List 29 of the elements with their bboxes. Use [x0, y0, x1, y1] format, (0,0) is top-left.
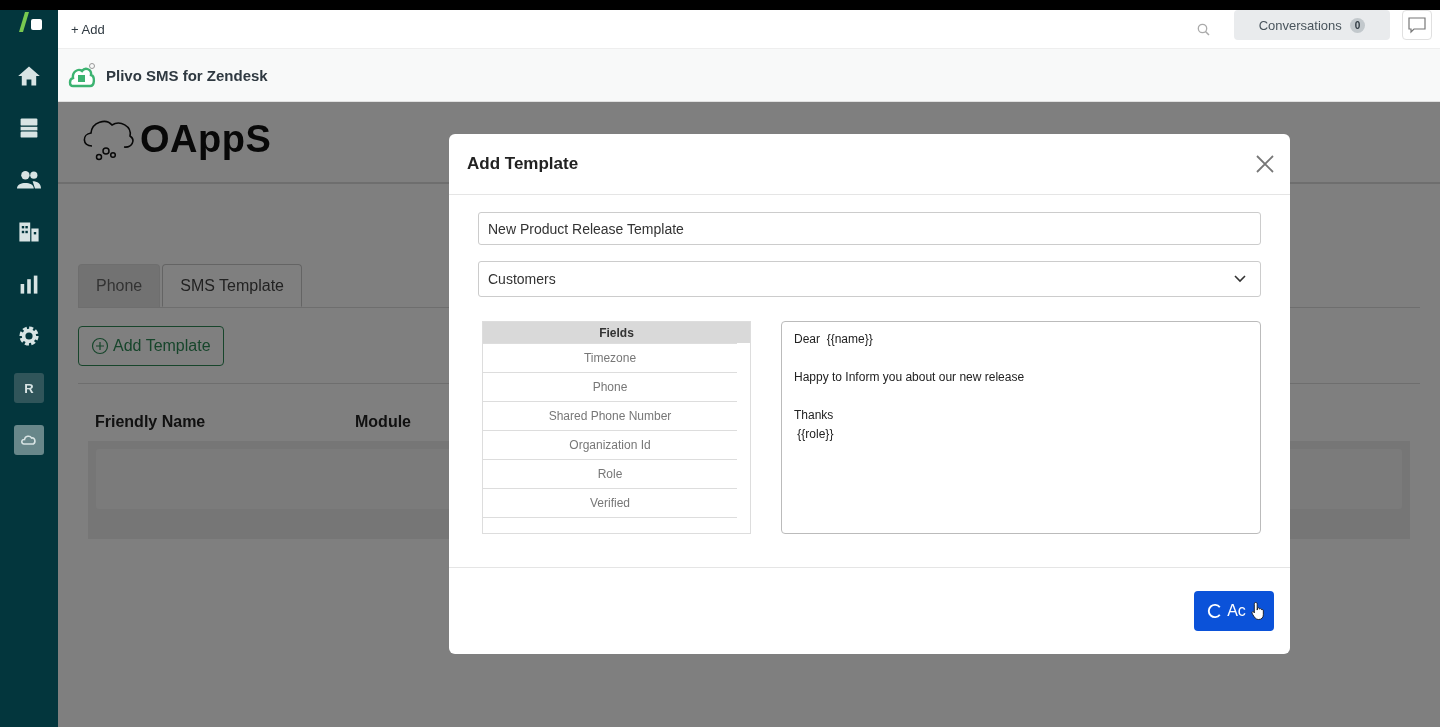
add-template-button[interactable]: Add Template: [78, 326, 224, 366]
count-badge: 0: [1349, 17, 1366, 33]
dialog-title: Add Template: [467, 154, 579, 174]
field-item[interactable]: Timezone: [483, 343, 737, 372]
brand-logo-text: OAppS: [140, 117, 272, 161]
field-item[interactable]: Role: [483, 459, 737, 488]
cloud-app-button[interactable]: [14, 425, 44, 455]
tab[interactable]: Phone: [78, 264, 161, 307]
name-input-field[interactable]: New Product Release Template: [478, 212, 1261, 245]
add-button[interactable]: + Add: [71, 21, 105, 37]
chevron-down-icon: [1234, 275, 1246, 283]
cloud-app-icon: [68, 62, 96, 88]
conversations-button[interactable]: Conversations 0: [1234, 10, 1390, 40]
field-item[interactable]: Verified: [483, 488, 737, 517]
module-select[interactable]: Customers: [478, 261, 1261, 297]
app-title: Plivo SMS for Zendesk: [106, 66, 268, 84]
plus-circle-icon: [91, 337, 109, 355]
field-item[interactable]: Phone: [483, 372, 737, 401]
fields-header: Fields: [483, 322, 750, 343]
field-item[interactable]: Organization Id: [483, 430, 737, 459]
close-icon[interactable]: [1256, 155, 1274, 173]
field-item[interactable]: Shared Phone Number: [483, 401, 737, 430]
hand-cursor-icon: [1250, 601, 1266, 621]
app-button[interactable]: R: [14, 373, 44, 403]
column-header: Friendly Name: [95, 413, 207, 431]
add-submit-button[interactable]: Ac: [1194, 591, 1274, 631]
tab[interactable]: SMS Template: [162, 264, 302, 307]
message-text-area[interactable]: Dear {{name}} Happy to Inform you about our new release Thanks {{role}}: [781, 321, 1261, 534]
column-header: Module: [355, 413, 411, 431]
